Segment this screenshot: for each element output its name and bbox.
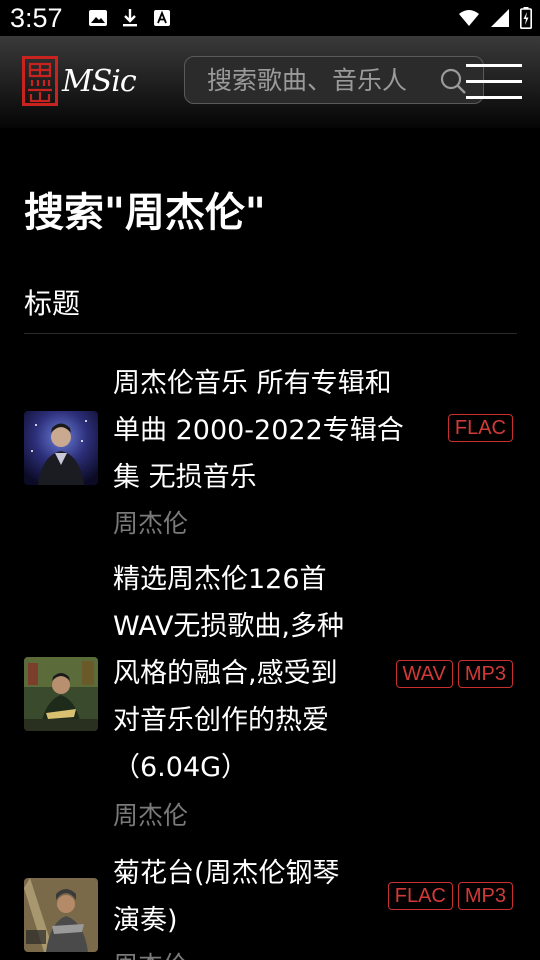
- result-artist: 周杰伦: [113, 509, 189, 538]
- divider: [24, 333, 517, 334]
- search-box[interactable]: [184, 56, 484, 104]
- format-badges: WAV MP3: [395, 660, 513, 688]
- format-badges: FLAC: [447, 414, 513, 442]
- search-icon[interactable]: [439, 67, 467, 95]
- result-title-line: 单曲 2000-2022专辑合: [113, 415, 404, 446]
- page-title: 搜索"周杰伦": [24, 190, 266, 236]
- result-title-line: 演奏): [113, 905, 178, 936]
- result-title-line: （6.04G）: [113, 752, 249, 783]
- result-title: 菊花台(周杰伦钢琴 演奏): [113, 850, 340, 944]
- wifi-icon: [459, 10, 479, 26]
- text-icon: [154, 10, 170, 26]
- search-input[interactable]: [207, 65, 423, 95]
- result-title-line: WAV无损歌曲,多种: [113, 611, 345, 642]
- result-artist: 周杰伦: [113, 801, 189, 830]
- status-time: 3:57: [10, 3, 63, 33]
- hamburger-icon-bar: [466, 80, 522, 83]
- hamburger-icon-bar: [466, 96, 522, 99]
- format-badges: FLAC MP3: [387, 882, 513, 910]
- result-title-line: 周杰伦音乐 所有专辑和: [113, 368, 392, 399]
- format-badge: WAV: [395, 660, 453, 688]
- result-artist: 周杰伦: [113, 946, 188, 960]
- hamburger-menu-button[interactable]: [466, 64, 522, 100]
- image-icon: [89, 10, 107, 26]
- result-title-line: 对音乐创作的热爱: [113, 705, 329, 736]
- status-notification-icons: [88, 8, 172, 28]
- result-title: 精选周杰伦126首 WAV无损歌曲,多种 风格的融合,感受到 对音乐创作的热爱 …: [113, 556, 344, 791]
- battery-icon: [520, 7, 532, 29]
- app-logo[interactable]: MSic: [22, 56, 142, 106]
- format-badge: MP3: [457, 660, 513, 688]
- result-title-line: 集 无损音乐: [113, 462, 257, 493]
- download-icon: [123, 9, 137, 27]
- album-cover: [24, 657, 98, 731]
- result-title-line: 菊花台(周杰伦钢琴: [113, 858, 340, 889]
- album-cover: [24, 878, 98, 952]
- app-header: MSic: [0, 36, 540, 128]
- result-item[interactable]: 周杰伦音乐 所有专辑和 单曲 2000-2022专辑合 集 无损音乐 周杰伦 F…: [0, 360, 540, 540]
- album-cover: [24, 411, 98, 485]
- result-item[interactable]: 精选周杰伦126首 WAV无损歌曲,多种 风格的融合,感受到 对音乐创作的热爱 …: [0, 556, 540, 836]
- signal-icon: [491, 9, 509, 27]
- format-badge: FLAC: [447, 414, 513, 442]
- result-title: 周杰伦音乐 所有专辑和 单曲 2000-2022专辑合 集 无损音乐: [113, 360, 404, 501]
- status-bar: 3:57: [0, 0, 540, 36]
- logo-seal-icon: [22, 56, 58, 106]
- hamburger-icon: [466, 64, 522, 67]
- section-label: 标题: [24, 287, 81, 320]
- logo-text: MSic: [62, 64, 137, 99]
- status-system-icons: [458, 7, 532, 29]
- result-title-line: 精选周杰伦126首: [113, 564, 327, 595]
- format-badge: FLAC: [387, 882, 453, 910]
- result-title-line: 风格的融合,感受到: [113, 658, 338, 689]
- format-badge: MP3: [457, 882, 513, 910]
- result-item[interactable]: 菊花台(周杰伦钢琴 演奏) 周杰伦 FLAC MP3: [0, 850, 540, 960]
